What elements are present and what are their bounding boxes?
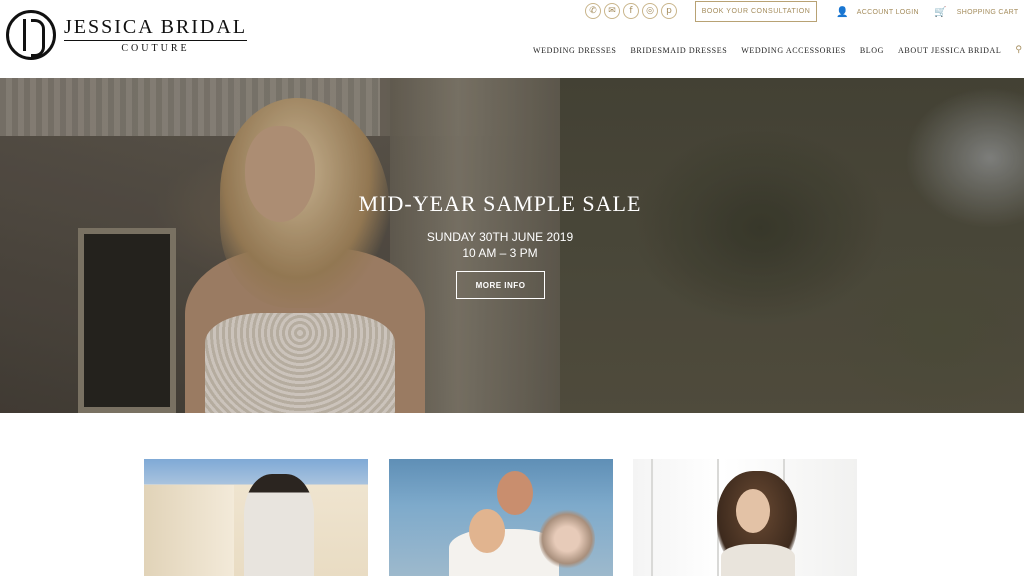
card-model (244, 474, 314, 576)
card-window-frame (651, 459, 653, 576)
cart-icon: 🛒 (934, 7, 947, 18)
account-login-link[interactable]: 👤 ACCOUNT LOGIN (836, 7, 919, 18)
card-groom-face (497, 471, 533, 515)
card-bouquet (539, 509, 595, 569)
card-model-face (736, 489, 770, 533)
instagram-icon[interactable]: ◎ (642, 3, 658, 19)
hero-time: 10 AM – 3 PM (462, 246, 538, 260)
more-info-button[interactable]: MORE INFO (456, 271, 545, 299)
logo-subtitle: COUTURE (121, 42, 190, 54)
feature-card-collection[interactable] (633, 459, 857, 576)
site-header: JESSICA BRIDAL COUTURE ✆ ✉ f ◎ p BOOK YO… (0, 0, 1024, 78)
facebook-icon[interactable]: f (623, 3, 639, 19)
email-icon[interactable]: ✉ (604, 3, 620, 19)
social-links: ✆ ✉ f ◎ p (585, 3, 677, 19)
shopping-cart-link[interactable]: 🛒 SHOPPING CART (934, 7, 1019, 18)
pinterest-icon[interactable]: p (661, 3, 677, 19)
nav-item-wedding-dresses[interactable]: WEDDING DRESSES (533, 46, 616, 55)
logo-divider (64, 39, 248, 41)
nav-item-about[interactable]: ABOUT JESSICA BRIDAL (898, 46, 1001, 55)
nav-item-wedding-accessories[interactable]: WEDDING ACCESSORIES (741, 46, 846, 55)
logo-monogram-icon (6, 10, 56, 60)
logo-title: JESSICA BRIDAL (64, 15, 248, 38)
main-nav: WEDDING DRESSES BRIDESMAID DRESSES WEDDI… (533, 45, 1022, 55)
account-login-label: ACCOUNT LOGIN (856, 9, 919, 16)
hero-title: MID-YEAR SAMPLE SALE (358, 191, 642, 216)
logo-wordmark: JESSICA BRIDAL COUTURE (64, 15, 248, 55)
card-model-dress (721, 544, 795, 576)
nav-item-blog[interactable]: BLOG (860, 46, 884, 55)
hero-date: SUNDAY 30TH JUNE 2019 (426, 230, 574, 244)
feature-card-real-weddings[interactable] (389, 459, 613, 576)
book-consultation-button[interactable]: BOOK YOUR CONSULTATION (695, 1, 817, 22)
card-bride-face (469, 509, 505, 553)
feature-card-wedding-dresses[interactable] (144, 459, 368, 576)
user-icon: 👤 (836, 7, 849, 18)
phone-icon[interactable]: ✆ (585, 3, 601, 19)
hero-banner: MID-YEAR SAMPLE SALE SUNDAY 30TH JUNE 20… (0, 78, 1024, 413)
nav-item-bridesmaid-dresses[interactable]: BRIDESMAID DRESSES (630, 46, 727, 55)
brand-logo[interactable]: JESSICA BRIDAL COUTURE (6, 10, 248, 60)
shopping-cart-label: SHOPPING CART (956, 9, 1019, 16)
card-wall (144, 485, 234, 576)
search-icon[interactable]: ⚲ (1015, 45, 1022, 55)
